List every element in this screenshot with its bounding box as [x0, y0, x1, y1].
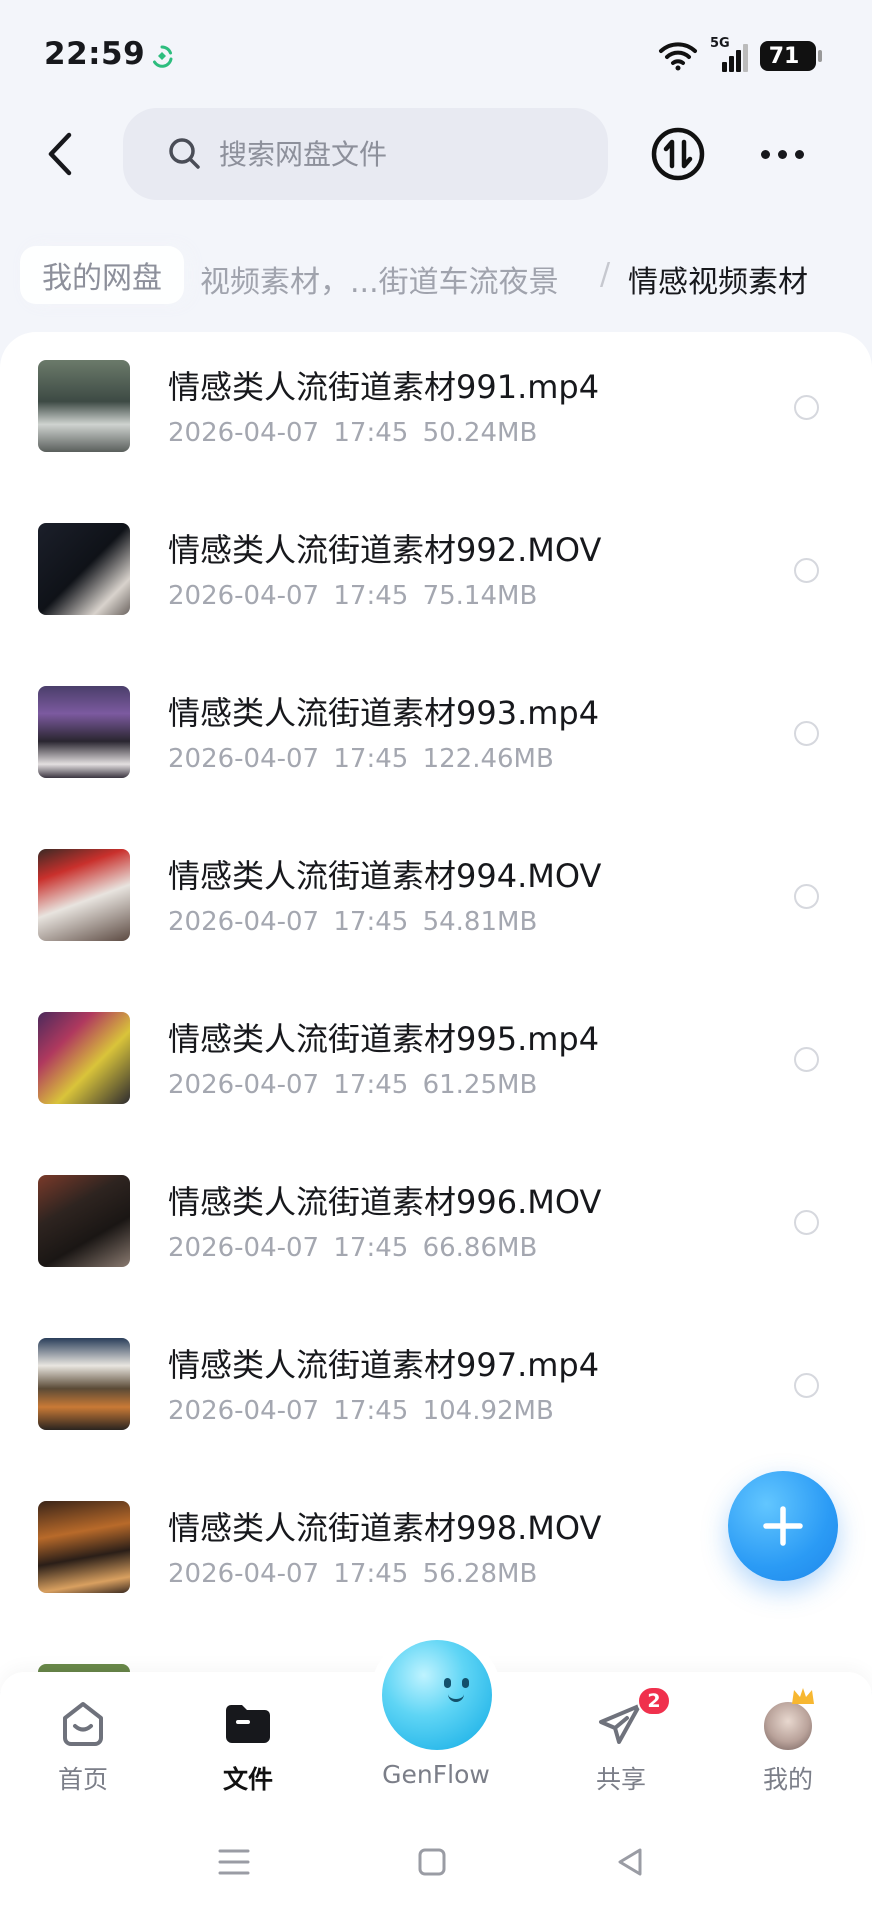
- select-checkbox[interactable]: [794, 558, 819, 583]
- video-thumbnail: [38, 1338, 130, 1430]
- file-name: 情感类人流街道素材995.mp4: [168, 1020, 600, 1058]
- file-row[interactable]: 情感类人流街道素材995.mp4 2026-04-07 17:45 61.25M…: [0, 984, 872, 1147]
- breadcrumb: 我的网盘 视频素材，...街道车流夜景 / 情感视频素材: [0, 240, 872, 310]
- file-name: 情感类人流街道素材993.mp4: [168, 694, 600, 732]
- system-menu-button[interactable]: [210, 1838, 258, 1886]
- search-input[interactable]: [219, 137, 579, 171]
- crown-icon: [792, 1688, 814, 1704]
- status-time: 22:59: [44, 36, 146, 72]
- file-row[interactable]: 情感类人流街道素材994.MOV 2026-04-07 17:45 54.81M…: [0, 821, 872, 984]
- avatar[interactable]: [762, 1700, 814, 1752]
- video-thumbnail: [38, 1012, 130, 1104]
- chevron-left-icon: [48, 132, 72, 176]
- top-header: [0, 108, 872, 200]
- nav-files-label: 文件: [222, 1765, 273, 1794]
- nav-genflow-label: GenFlow: [382, 1760, 490, 1789]
- plus-icon: [763, 1506, 803, 1546]
- nav-home-label: 首页: [57, 1765, 108, 1794]
- file-meta: 2026-04-07 17:45 122.46MB: [168, 744, 554, 774]
- video-thumbnail: [38, 523, 130, 615]
- video-thumbnail: [38, 360, 130, 452]
- more-dot-icon: [794, 149, 804, 159]
- video-thumbnail: [38, 1175, 130, 1267]
- nav-share-label: 共享: [595, 1765, 646, 1794]
- more-dot-icon: [760, 149, 770, 159]
- file-list: 情感类人流街道素材991.mp4 2026-04-07 17:45 50.24M…: [0, 332, 872, 1692]
- file-browser-screen: 22:59 5G 71 搜索网盘文件 我的网盘 视频素材，...街道车流夜景 /…: [0, 0, 872, 1920]
- video-thumbnail: [38, 1501, 130, 1593]
- more-dot-icon: [777, 149, 787, 159]
- select-checkbox[interactable]: [794, 1373, 819, 1398]
- video-thumbnail: [38, 686, 130, 778]
- file-name: 情感类人流街道素材994.MOV: [168, 857, 602, 895]
- search-icon: [169, 138, 200, 169]
- wifi-icon: [659, 42, 697, 71]
- select-checkbox[interactable]: [794, 721, 819, 746]
- select-checkbox[interactable]: [794, 1047, 819, 1072]
- nav-share[interactable]: 2 共享: [561, 1672, 681, 1808]
- status-icons: 5G 71: [658, 36, 822, 74]
- battery-icon: 71: [760, 41, 822, 71]
- sync-icon: [153, 45, 173, 68]
- transfer-icon[interactable]: [650, 126, 706, 182]
- menu-icon: [218, 1849, 250, 1875]
- system-back-button[interactable]: [606, 1838, 654, 1886]
- file-name: 情感类人流街道素材996.MOV: [168, 1183, 602, 1221]
- file-meta: 2026-04-07 17:45 54.81MB: [168, 907, 538, 937]
- back-button[interactable]: [32, 126, 88, 182]
- nav-home[interactable]: 首页: [23, 1672, 143, 1808]
- genflow-button[interactable]: [370, 1630, 502, 1762]
- triangle-back-icon: [618, 1848, 642, 1876]
- file-meta: 2026-04-07 17:45 50.24MB: [168, 418, 538, 448]
- file-meta: 2026-04-07 17:45 75.14MB: [168, 581, 538, 611]
- nav-files[interactable]: 文件: [188, 1672, 308, 1808]
- file-row[interactable]: 情感类人流街道素材992.MOV 2026-04-07 17:45 75.14M…: [0, 495, 872, 658]
- video-thumbnail: [38, 849, 130, 941]
- file-name: 情感类人流街道素材997.mp4: [168, 1346, 600, 1384]
- file-meta: 2026-04-07 17:45 56.28MB: [168, 1559, 538, 1589]
- cellular-signal-icon: 5G: [710, 36, 748, 72]
- add-button[interactable]: [728, 1471, 838, 1581]
- breadcrumb-root[interactable]: 我的网盘: [20, 246, 184, 304]
- file-row[interactable]: 情感类人流街道素材996.MOV 2026-04-07 17:45 66.86M…: [0, 1147, 872, 1310]
- file-row[interactable]: 情感类人流街道素材997.mp4 2026-04-07 17:45 104.92…: [0, 1310, 872, 1473]
- nav-me-label: 我的: [762, 1765, 813, 1794]
- search-bar[interactable]: [123, 108, 608, 200]
- file-meta: 2026-04-07 17:45 66.86MB: [168, 1233, 538, 1263]
- status-bar: 22:59 5G 71: [0, 0, 872, 110]
- breadcrumb-parent[interactable]: 视频素材，...街道车流夜景: [200, 257, 559, 301]
- square-icon: [418, 1848, 446, 1876]
- select-checkbox[interactable]: [794, 395, 819, 420]
- system-nav-bar: [0, 1808, 872, 1920]
- file-meta: 2026-04-07 17:45 104.92MB: [168, 1396, 554, 1426]
- file-meta: 2026-04-07 17:45 61.25MB: [168, 1070, 538, 1100]
- file-name: 情感类人流街道素材992.MOV: [168, 531, 602, 569]
- more-options-button[interactable]: [752, 128, 812, 180]
- system-home-button[interactable]: [408, 1838, 456, 1886]
- breadcrumb-current: 情感视频素材: [628, 265, 808, 300]
- file-row[interactable]: 情感类人流街道素材991.mp4 2026-04-07 17:45 50.24M…: [0, 332, 872, 495]
- home-icon: [63, 1702, 103, 1746]
- genflow-mascot-icon: [382, 1640, 492, 1750]
- select-checkbox[interactable]: [794, 1210, 819, 1235]
- file-name: 情感类人流街道素材991.mp4: [168, 368, 600, 406]
- share-badge: 2: [637, 1686, 671, 1716]
- file-row[interactable]: 情感类人流街道素材993.mp4 2026-04-07 17:45 122.46…: [0, 658, 872, 821]
- file-name: 情感类人流街道素材998.MOV: [168, 1509, 602, 1547]
- breadcrumb-separator: /: [600, 257, 611, 292]
- folder-icon: [226, 1705, 270, 1743]
- select-checkbox[interactable]: [794, 884, 819, 909]
